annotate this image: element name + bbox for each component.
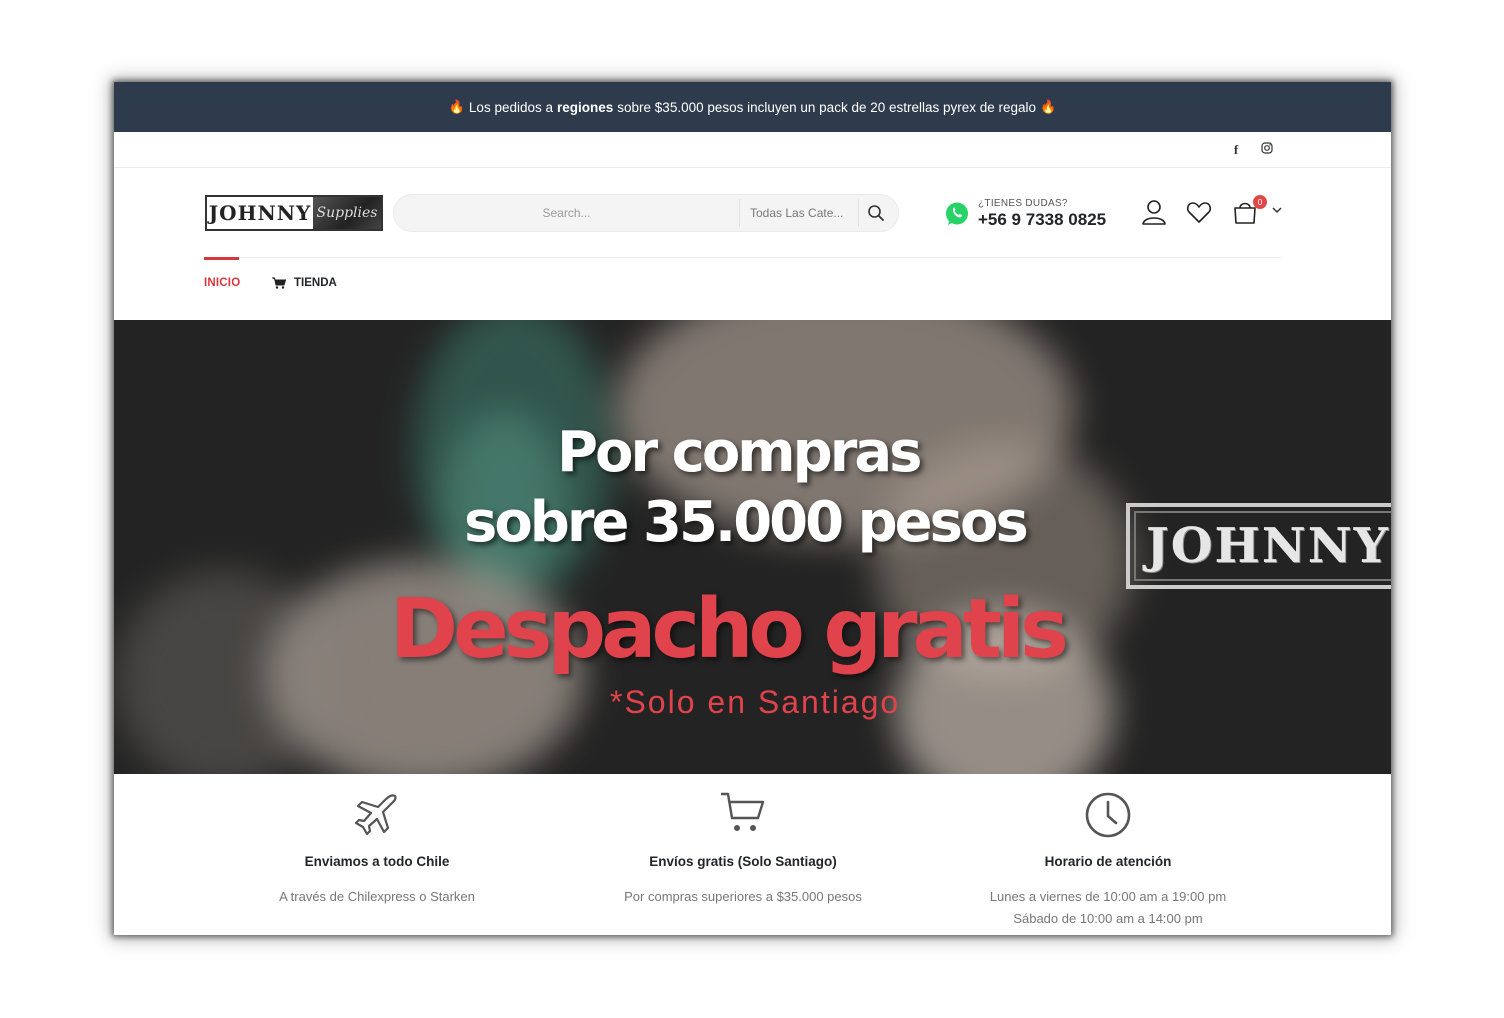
site-logo[interactable]: JOHNNY Supplies	[205, 195, 383, 231]
contact-block[interactable]: ¿TIENES DUDAS? +56 9 7338 0825	[944, 198, 1124, 234]
features-section: Enviamos a todo Chile A través de Chilex…	[114, 774, 1391, 935]
main-header: JOHNNY Supplies Todas Las Cate... ¿TIENE…	[114, 168, 1391, 258]
heart-icon[interactable]	[1185, 198, 1213, 226]
hero-note: *Solo en Santiago	[610, 684, 901, 720]
feature-title: Horario de atención	[1044, 854, 1172, 869]
nav-item-inicio[interactable]: INICIO	[204, 277, 240, 289]
feature-hours: Horario de atención Lunes a viernes de 1…	[948, 774, 1268, 930]
airplane-icon	[354, 794, 397, 836]
feature-shipping: Enviamos a todo Chile A través de Chilex…	[217, 774, 537, 908]
category-select[interactable]: Todas Las Cate...	[739, 199, 859, 227]
feature-title: Enviamos a todo Chile	[304, 854, 450, 869]
browser-page: 🔥 Los pedidos a regiones sobre $35.000 p…	[114, 82, 1391, 935]
feature-desc: A través de Chilexpress o Starken	[279, 889, 475, 904]
hero-line-1: Por compras	[557, 420, 922, 485]
contact-phone[interactable]: +56 9 7338 0825	[978, 210, 1106, 230]
promo-text-bold: regiones	[557, 99, 614, 115]
search-button[interactable]	[866, 203, 888, 225]
search-bar: Todas Las Cate...	[393, 194, 899, 232]
logo-script-text: Supplies	[313, 197, 381, 229]
chevron-down-icon[interactable]	[1271, 205, 1283, 215]
shopping-cart-icon	[721, 792, 765, 831]
whatsapp-icon	[946, 202, 968, 225]
hero-brand-logo: JOHNNY	[1126, 503, 1391, 589]
instagram-icon[interactable]	[1259, 142, 1275, 157]
feature-free-shipping: Envíos gratis (Solo Santiago) Por compra…	[583, 774, 903, 908]
cart-count-badge: 0	[1253, 195, 1267, 209]
logo-main-text: JOHNNY	[207, 197, 313, 229]
promo-bar: 🔥 Los pedidos a regiones sobre $35.000 p…	[114, 82, 1391, 132]
smoke-graphic	[114, 570, 334, 774]
fire-icon: 🔥	[1040, 99, 1057, 114]
promo-text-before: Los pedidos a	[468, 99, 553, 115]
main-nav: INICIO TIENDA	[114, 257, 1391, 320]
facebook-icon[interactable]: f	[1228, 142, 1244, 158]
search-input[interactable]	[394, 195, 739, 231]
hero-banner[interactable]: Por compras sobre 35.000 pesos Despacho …	[114, 320, 1391, 774]
hero-brand-text: JOHNNY	[1146, 518, 1390, 574]
nav-item-tienda-label: TIENDA	[294, 277, 337, 289]
social-bar: f	[114, 132, 1391, 168]
contact-label: ¿TIENES DUDAS?	[978, 198, 1068, 209]
nav-item-tienda[interactable]: TIENDA	[272, 277, 337, 289]
fire-icon: 🔥	[448, 99, 465, 114]
feature-title: Envíos gratis (Solo Santiago)	[649, 854, 837, 869]
nav-active-indicator	[204, 257, 239, 260]
feature-desc: Por compras superiores a $35.000 pesos	[624, 889, 862, 904]
clock-icon	[1085, 792, 1131, 838]
promo-text-after: sobre $35.000 pesos incluyen un pack de …	[617, 99, 1037, 115]
user-icon[interactable]	[1140, 198, 1168, 226]
search-icon	[868, 205, 884, 221]
hero-headline: Despacho gratis	[390, 582, 1069, 677]
feature-desc-2: Sábado de 10:00 am a 14:00 pm	[1013, 911, 1203, 926]
feature-desc: Lunes a viernes de 10:00 am a 19:00 pm	[989, 889, 1227, 904]
cart-icon	[272, 277, 286, 289]
